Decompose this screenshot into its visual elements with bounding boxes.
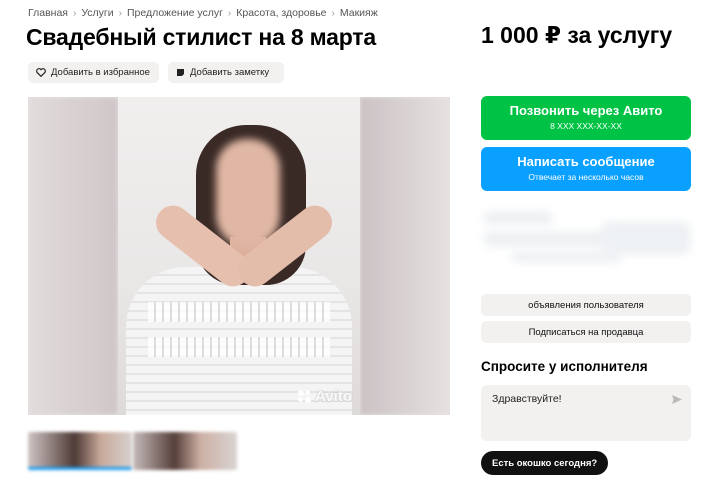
write-message-button[interactable]: Написать сообщение Отвечает за несколько… (481, 147, 691, 191)
avito-logo-icon (298, 389, 312, 404)
ask-message-input[interactable]: Здравствуйте! (481, 385, 691, 441)
main-photo[interactable]: Avito (118, 97, 360, 415)
ask-message-text: Здравствуйте! (492, 393, 562, 405)
chevron-right-icon: › (72, 8, 77, 19)
listing-title: Свадебный стилист на 8 марта (26, 24, 376, 50)
chevron-right-icon: › (227, 8, 232, 19)
send-icon[interactable] (671, 392, 683, 410)
note-icon (177, 69, 184, 76)
call-button-label: Позвонить через Авито (509, 103, 663, 118)
gallery-blur-left (28, 97, 118, 415)
breadcrumb-item-makeup[interactable]: Макияж (340, 7, 378, 19)
photo-lace (148, 302, 330, 322)
message-button-sub: Отвечает за несколько часов (528, 172, 644, 182)
seller-info-blurred (481, 205, 693, 275)
add-note-label: Добавить заметку (190, 67, 270, 78)
photo-face-blurred (216, 139, 280, 247)
listing-price: 1 000 ₽ за услугу (481, 22, 673, 48)
add-to-favorites-label: Добавить в избранное (51, 67, 150, 78)
ask-performer-title: Спросите у исполнителя (481, 359, 648, 374)
add-to-favorites-button[interactable]: Добавить в избранное (28, 62, 159, 83)
call-via-avito-button[interactable]: Позвонить через Авито 8 XXX XXX-XX-XX (481, 96, 691, 140)
message-button-label: Написать сообщение (517, 154, 655, 169)
subscribe-seller-button[interactable]: Подписаться на продавца (481, 321, 691, 343)
gallery-thumbnail-1[interactable] (28, 432, 132, 470)
photo-lace (148, 337, 330, 357)
breadcrumb-item-home[interactable]: Главная (28, 7, 68, 19)
call-button-phone: 8 XXX XXX-XX-XX (550, 121, 622, 131)
heart-icon (36, 68, 46, 77)
breadcrumb-item-beauty-health[interactable]: Красота, здоровье (236, 7, 326, 19)
gallery-blur-right (360, 97, 450, 415)
gallery-thumbnail-2[interactable] (133, 432, 237, 470)
breadcrumb: Главная › Услуги › Предложение услуг › Красота… (28, 7, 378, 19)
photo-gallery[interactable]: Avito (28, 97, 450, 415)
quick-question-chip[interactable]: Есть окошко сегодня? (481, 451, 609, 475)
add-note-button[interactable]: Добавить заметку (168, 62, 284, 83)
user-ads-button[interactable]: объявления пользователя (481, 294, 691, 316)
chevron-right-icon: › (331, 8, 335, 19)
watermark-text: Avito (315, 388, 352, 405)
breadcrumb-item-service-offers[interactable]: Предложение услуг (127, 7, 223, 19)
chevron-right-icon: › (118, 8, 122, 19)
avito-watermark: Avito (298, 388, 352, 405)
breadcrumb-item-services[interactable]: Услуги (81, 7, 113, 19)
